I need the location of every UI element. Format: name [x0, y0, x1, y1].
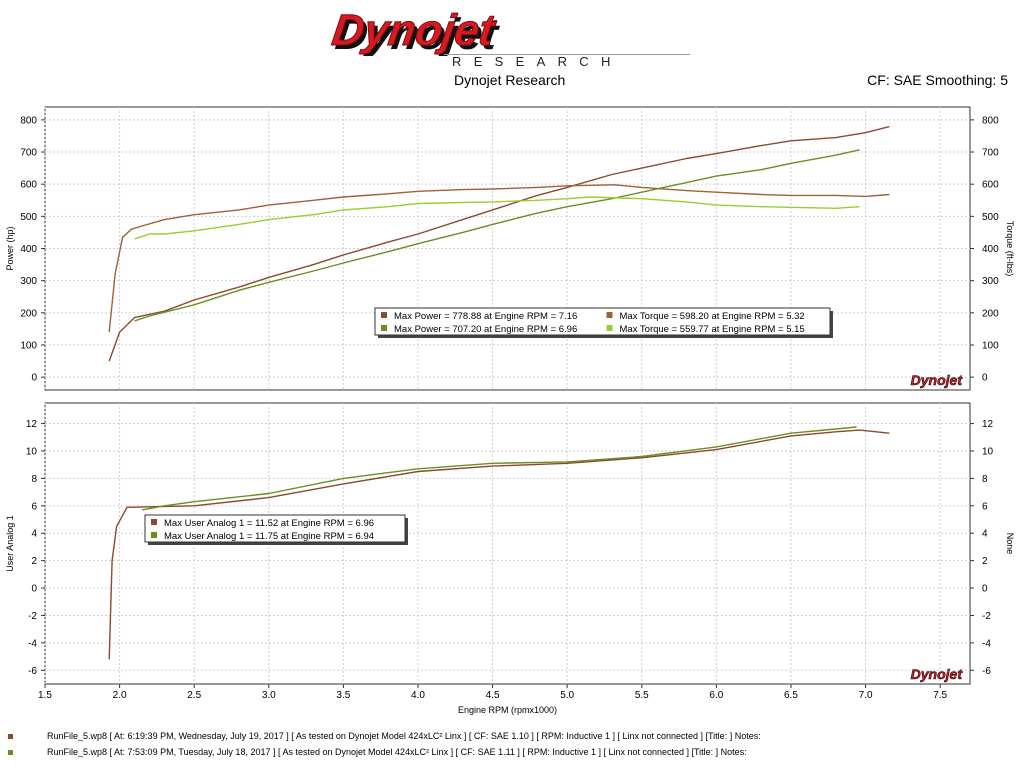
- legend-swatch-0-1: [606, 312, 613, 318]
- run1-swatch: [8, 734, 13, 740]
- x-tick-label-11: 7.0: [859, 690, 873, 701]
- y-tick-label-left-0-7: 700: [20, 148, 37, 159]
- y-tick-label-right-1-7: 8: [982, 474, 988, 485]
- y-tick-label-left-1-8: 10: [26, 446, 38, 457]
- run-info-1: RunFile_5.wp8 [ At: 6:19:39 PM, Wednesda…: [8, 731, 761, 741]
- y-tick-label-left-0-6: 600: [20, 180, 37, 191]
- x-tick-label-12: 7.5: [933, 690, 947, 701]
- x-tick-label-6: 4.5: [486, 690, 500, 701]
- y-tick-label-right-0-3: 300: [982, 276, 999, 287]
- y-tick-label-left-1-3: 0: [31, 584, 37, 595]
- y-tick-label-left-0-1: 100: [20, 340, 37, 351]
- run2-text: RunFile_5.wp8 [ At: 7:53:09 PM, Tuesday,…: [47, 747, 747, 757]
- y-tick-label-left-1-4: 2: [31, 556, 37, 567]
- y-tick-label-left-1-2: -2: [28, 611, 37, 622]
- run2-swatch: [8, 750, 13, 756]
- run1-text: RunFile_5.wp8 [ At: 6:19:39 PM, Wednesda…: [47, 731, 761, 741]
- x-axis-label: Engine RPM (rpmx1000): [458, 705, 557, 715]
- y-tick-label-left-0-2: 200: [20, 308, 37, 319]
- y-tick-label-right-1-8: 10: [982, 446, 994, 457]
- y-tick-label-right-0-6: 600: [982, 180, 999, 191]
- y-tick-label-left-1-0: -6: [28, 666, 37, 677]
- y-tick-label-right-1-3: 0: [982, 584, 988, 595]
- y-tick-label-left-0-3: 300: [20, 276, 37, 287]
- y-tick-label-right-0-4: 400: [982, 244, 999, 255]
- y-tick-label-right-0-7: 700: [982, 148, 999, 159]
- legend-entry-0-3: Max Torque = 559.77 at Engine RPM = 5.15: [620, 324, 805, 335]
- x-tick-label-8: 5.5: [635, 690, 649, 701]
- legend-swatch-0-0: [381, 312, 387, 318]
- legend-swatch-1-1: [151, 532, 157, 538]
- legend-entry-1-0: Max User Analog 1 = 11.52 at Engine RPM …: [164, 518, 374, 529]
- y-tick-label-right-1-1: -4: [982, 638, 991, 649]
- x-tick-label-9: 6.0: [709, 690, 723, 701]
- dyno-charts: 0 0100 100200 200300 300400 400500 500600 60070…: [5, 106, 1015, 715]
- y-tick-label-right-1-5: 4: [982, 529, 988, 540]
- y-tick-label-right-0-0: 0: [982, 373, 988, 384]
- y-tick-label-left-1-6: 6: [31, 501, 37, 512]
- y-tick-label-right-1-0: -6: [982, 666, 991, 677]
- legend-swatch-0-3: [606, 325, 613, 331]
- y-tick-label-left-1-1: -4: [28, 638, 37, 649]
- y-tick-label-right-1-6: 6: [982, 501, 988, 512]
- y-tick-label-right-1-9: 12: [982, 419, 994, 430]
- legend-entry-0-1: Max Torque = 598.20 at Engine RPM = 5.32: [620, 311, 805, 322]
- y-tick-label-left-0-5: 500: [20, 212, 37, 223]
- y-axis-label-left-1: User Analog 1: [5, 515, 15, 572]
- x-tick-label-10: 6.5: [784, 690, 798, 701]
- x-tick-label-1: 2.0: [113, 690, 127, 701]
- y-tick-label-right-0-2: 200: [982, 308, 999, 319]
- y-tick-label-left-0-8: 800: [20, 115, 37, 126]
- x-tick-label-5: 4.0: [411, 690, 425, 701]
- y-tick-label-left-1-5: 4: [31, 529, 37, 540]
- plot-frame-0: [44, 106, 971, 391]
- x-tick-label-4: 3.5: [336, 690, 350, 701]
- legend-entry-1-1: Max User Analog 1 = 11.75 at Engine RPM …: [164, 531, 374, 542]
- y-axis-label-left-0: Power (hp): [5, 226, 15, 270]
- legend-swatch-0-2: [381, 325, 387, 331]
- y-tick-label-left-0-4: 400: [20, 244, 37, 255]
- y-tick-label-right-0-1: 100: [982, 340, 999, 351]
- y-axis-label-right-1: None: [1005, 533, 1015, 555]
- x-tick-label-3: 3.0: [262, 690, 276, 701]
- y-tick-label-right-0-8: 800: [982, 115, 999, 126]
- watermark-logo-0: Dynojet: [911, 372, 964, 388]
- legend-swatch-1-0: [151, 519, 157, 525]
- run-info-2: RunFile_5.wp8 [ At: 7:53:09 PM, Tuesday,…: [8, 747, 747, 757]
- x-tick-label-7: 5.0: [560, 690, 574, 701]
- y-tick-label-right-1-4: 2: [982, 556, 988, 567]
- legend-entry-0-2: Max Power = 707.20 at Engine RPM = 6.96: [394, 324, 577, 335]
- y-tick-label-right-1-2: -2: [982, 611, 991, 622]
- y-tick-label-left-0-0: 0: [31, 373, 37, 384]
- x-tick-label-0: 1.5: [38, 690, 52, 701]
- watermark-logo-1: Dynojet: [911, 666, 964, 682]
- legend-entry-0-0: Max Power = 778.88 at Engine RPM = 7.16: [394, 311, 577, 322]
- y-tick-label-left-1-7: 8: [31, 474, 37, 485]
- x-tick-label-2: 2.5: [187, 690, 201, 701]
- y-tick-label-left-1-9: 12: [26, 419, 38, 430]
- y-axis-label-right-0: Torque (ft-lbs): [1005, 221, 1015, 277]
- y-tick-label-right-0-5: 500: [982, 212, 999, 223]
